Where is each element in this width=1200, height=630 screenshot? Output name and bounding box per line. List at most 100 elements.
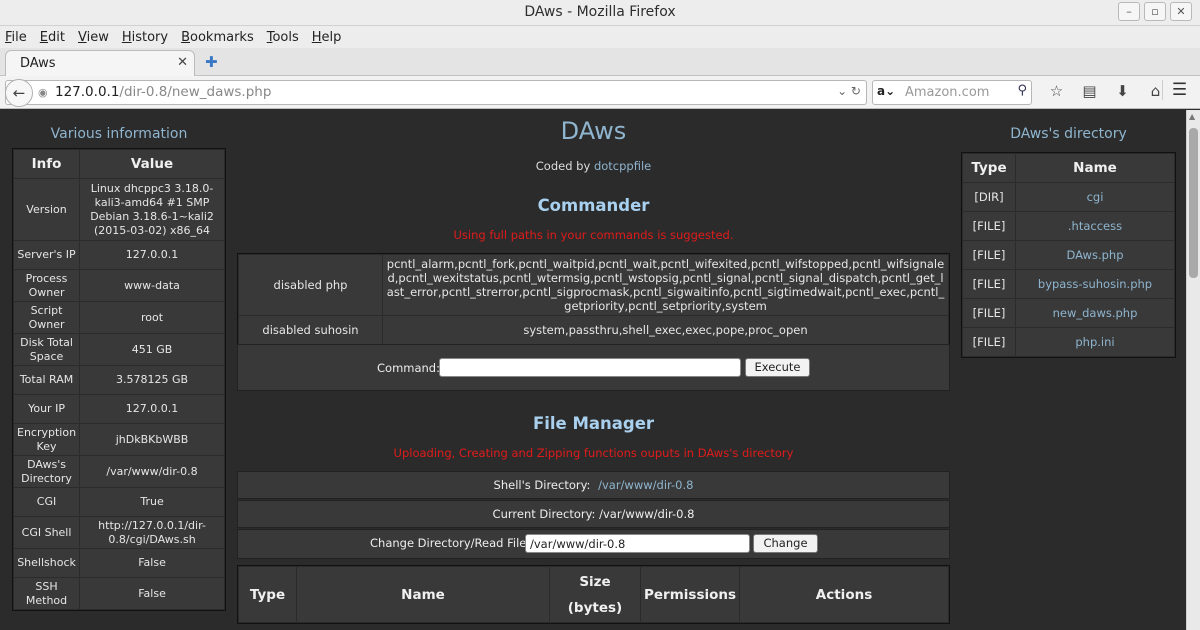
tab-bar: DAws ✕ ✚ (0, 48, 1200, 76)
commander-table: disabled php pcntl_alarm,pcntl_fork,pcnt… (237, 253, 950, 346)
command-row: Command: Execute (237, 344, 950, 391)
search-bar[interactable]: a⌄ Amazon.com ⚲ (872, 80, 1032, 105)
command-input[interactable] (439, 358, 741, 377)
info-value: False (80, 549, 224, 577)
shell-dir-label: Shell's Directory: (493, 478, 591, 492)
change-dir-input[interactable] (525, 534, 750, 553)
menu-bookmarks[interactable]: Bookmarks (181, 30, 254, 45)
dir-item-type: [FILE] (963, 212, 1015, 240)
directory-table: Type Name [DIR] cgi [FILE] .htaccess [FILE… (961, 152, 1176, 358)
bookmarks-list-icon[interactable]: ▤ (1073, 82, 1106, 100)
info-value: /var/www/dir-0.8 (80, 456, 224, 487)
info-key: Total RAM (14, 366, 80, 394)
info-key: CGI Shell (14, 517, 80, 548)
scrollbar-thumb[interactable] (1189, 128, 1198, 278)
commander-warning: Using full paths in your commands is sug… (453, 228, 734, 242)
commander-title: Commander (537, 196, 650, 215)
dir-item-name[interactable]: new_daws.php (1016, 299, 1174, 327)
close-icon[interactable]: ✕ (1170, 2, 1192, 21)
menu-help[interactable]: Help (312, 30, 342, 45)
url-path: /dir-0.8/new_daws.php (119, 84, 272, 100)
coded-by: Coded by dotcppfile (237, 159, 950, 173)
download-icon[interactable]: ⬇ (1106, 82, 1139, 100)
minimize-icon[interactable]: – (1118, 2, 1140, 21)
search-placeholder: Amazon.com (905, 85, 990, 100)
info-value: False (80, 578, 224, 609)
info-value: 127.0.0.1 (80, 395, 224, 423)
amazon-engine-icon[interactable]: a⌄ (877, 84, 895, 98)
tab-label: DAws (20, 56, 56, 71)
coded-by-label: Coded by (535, 159, 591, 173)
new-tab-icon[interactable]: ✚ (205, 53, 218, 71)
menu-edit[interactable]: Edit (40, 30, 65, 45)
permissions-header: Permissions (641, 567, 740, 622)
dir-item-name[interactable]: cgi (1016, 183, 1174, 211)
current-dir-label: Current Directory: (492, 507, 596, 521)
info-value: 451 GB (80, 334, 224, 365)
dir-item-type: [FILE] (963, 270, 1015, 298)
file-table: Type Name Size (bytes) Permissions Actio… (237, 565, 950, 624)
dir-item-name[interactable]: bypass-suhosin.php (1016, 270, 1174, 298)
disabled-suhosin-label: disabled suhosin (239, 316, 382, 344)
back-arrow-icon[interactable]: ← (5, 79, 33, 107)
info-value: 3.578125 GB (80, 366, 224, 394)
url-host: 127.0.0.1 (55, 84, 120, 100)
window-controls: – ▫ ✕ (1114, 2, 1192, 21)
info-value: http://127.0.0.1/dir-0.8/cgi/DAws.sh (80, 517, 224, 548)
bookmark-star-icon[interactable]: ☆ (1040, 82, 1073, 100)
url-text[interactable]: 127.0.0.1/dir-0.8/new_daws.php (55, 84, 271, 100)
globe-icon: ◉ (38, 86, 48, 99)
info-key: Server's IP (14, 241, 80, 269)
dir-item-name[interactable]: .htaccess (1016, 212, 1174, 240)
execute-button[interactable]: Execute (745, 358, 810, 377)
info-key: Encryption Key (14, 424, 80, 455)
menu-history[interactable]: History (122, 30, 168, 45)
brand-title: DAws (560, 117, 627, 145)
window-titlebar: DAws - Mozilla Firefox – ▫ ✕ (0, 0, 1200, 26)
search-icon[interactable]: ⚲ (1017, 83, 1027, 98)
dir-item-name[interactable]: php.ini (1016, 328, 1174, 356)
info-key: CGI (14, 488, 80, 516)
info-key: Script Owner (14, 302, 80, 333)
maximize-icon[interactable]: ▫ (1144, 2, 1166, 21)
info-value: jhDkBKbWBB (80, 424, 224, 455)
url-dropdown-reload[interactable]: ⌄ ↻ (837, 84, 861, 98)
info-key: Disk Total Space (14, 334, 80, 365)
disabled-php-label: disabled php (239, 255, 382, 315)
file-manager-warning: Uploading, Creating and Zipping function… (393, 446, 794, 460)
dir-name-header: Name (1016, 154, 1174, 182)
change-button[interactable]: Change (753, 534, 818, 553)
tab-close-icon[interactable]: ✕ (177, 55, 188, 70)
command-label: Command: (377, 361, 440, 375)
info-title: Various information (50, 126, 188, 142)
menu-bar: File Edit View History Bookmarks Tools H… (0, 26, 1200, 48)
scroll-up-icon[interactable]: ▲ (1189, 112, 1195, 121)
navigation-bar: ← ◉ 127.0.0.1/dir-0.8/new_daws.php ⌄ ↻ a… (0, 76, 1200, 109)
menu-view[interactable]: View (78, 30, 109, 45)
menu-file[interactable]: File (5, 30, 27, 45)
info-key: Your IP (14, 395, 80, 423)
info-key: Process Owner (14, 270, 80, 301)
info-value: root (80, 302, 224, 333)
page-scrollbar[interactable]: ▲ (1186, 110, 1200, 630)
disabled-suhosin-value: system,passthru,shell_exec,exec,pope,pro… (383, 316, 948, 344)
dir-item-type: [DIR] (963, 183, 1015, 211)
url-bar[interactable]: ← ◉ 127.0.0.1/dir-0.8/new_daws.php ⌄ ↻ (5, 79, 867, 107)
tab-daws[interactable]: DAws ✕ (5, 50, 195, 76)
dir-item-type: [FILE] (963, 299, 1015, 327)
info-key: Version (14, 179, 80, 240)
menu-tools[interactable]: Tools (267, 30, 299, 45)
current-dir-value: /var/www/dir-0.8 (599, 507, 695, 521)
shell-directory-row: Shell's Directory: /var/www/dir-0.8 (237, 471, 950, 499)
menu-hamburger-icon[interactable]: ☰ (1162, 80, 1196, 100)
dir-item-name[interactable]: DAws.php (1016, 241, 1174, 269)
directory-title: DAws's directory (1010, 126, 1127, 142)
dir-item-type: [FILE] (963, 328, 1015, 356)
info-key: SSH Method (14, 578, 80, 609)
author-link[interactable]: dotcppfile (594, 159, 651, 173)
info-value: www-data (80, 270, 224, 301)
info-value: Linux dhcppc3 3.18.0-kali3-amd64 #1 SMP … (80, 179, 224, 240)
info-key: DAws's Directory (14, 456, 80, 487)
shell-dir-link[interactable]: /var/www/dir-0.8 (598, 478, 693, 492)
info-value: 127.0.0.1 (80, 241, 224, 269)
